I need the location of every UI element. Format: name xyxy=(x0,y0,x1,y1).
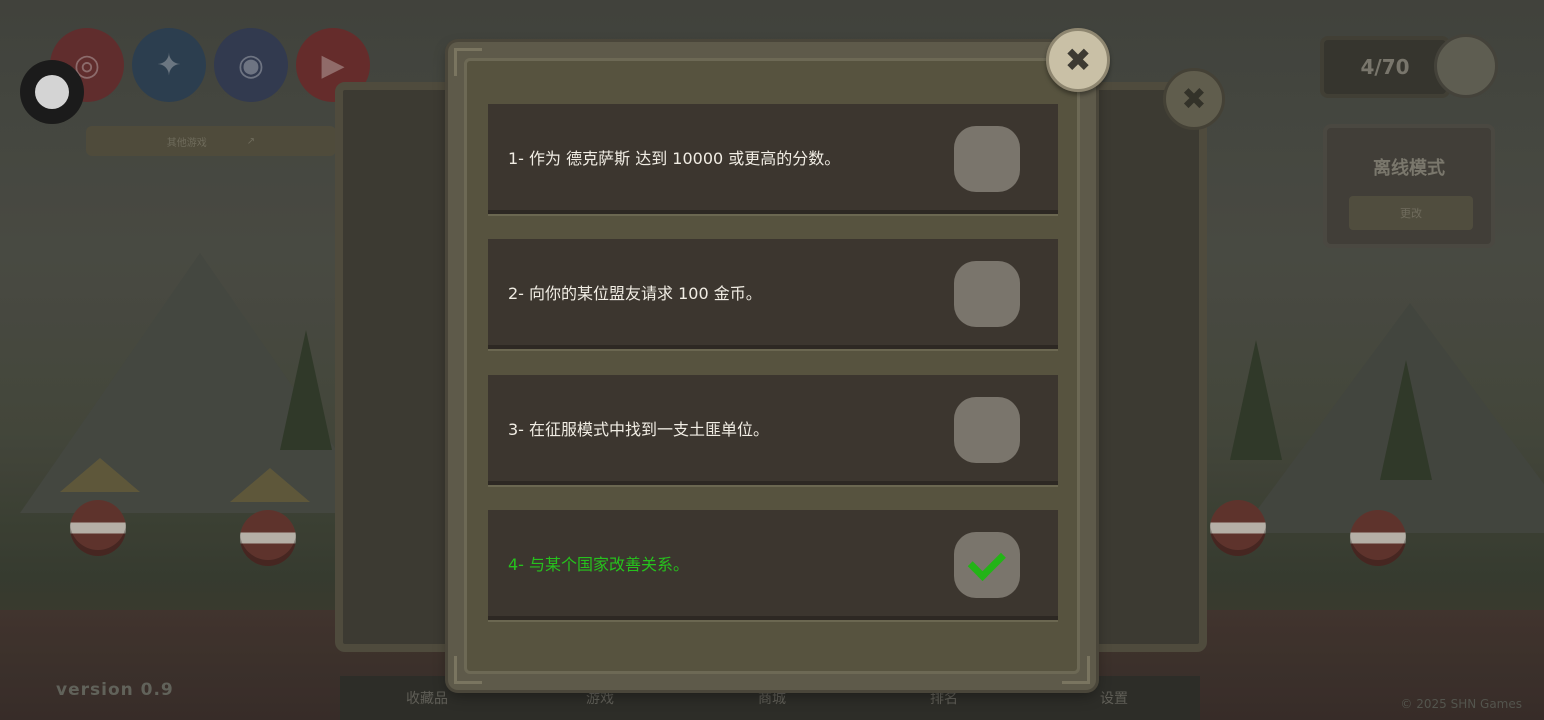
task-item: 1- 作为 德克萨斯 达到 10000 或更高的分数。 xyxy=(488,104,1058,214)
task-text: 2- 向你的某位盟友请求 100 金币。 xyxy=(508,284,762,303)
close-button[interactable]: ✖ xyxy=(1046,28,1110,92)
task-item: 2- 向你的某位盟友请求 100 金币。 xyxy=(488,239,1058,349)
frame-corner xyxy=(1062,656,1090,684)
frame-corner xyxy=(454,656,482,684)
task-text: 3- 在征服模式中找到一支土匪单位。 xyxy=(508,420,770,439)
tasks-modal: 1- 作为 德克萨斯 达到 10000 或更高的分数。 2- 向你的某位盟友请求… xyxy=(448,42,1096,690)
task-checkbox xyxy=(954,397,1020,463)
task-checkbox xyxy=(954,261,1020,327)
task-item-completed: 4- 与某个国家改善关系。 xyxy=(488,510,1058,620)
task-text: 4- 与某个国家改善关系。 xyxy=(508,555,690,574)
task-checkbox xyxy=(954,126,1020,192)
checkmark-icon xyxy=(967,542,1006,581)
frame-corner xyxy=(454,48,482,76)
task-checkbox-checked xyxy=(954,532,1020,598)
close-icon: ✖ xyxy=(1064,41,1092,79)
task-item: 3- 在征服模式中找到一支土匪单位。 xyxy=(488,375,1058,485)
task-text: 1- 作为 德克萨斯 达到 10000 或更高的分数。 xyxy=(508,149,841,168)
